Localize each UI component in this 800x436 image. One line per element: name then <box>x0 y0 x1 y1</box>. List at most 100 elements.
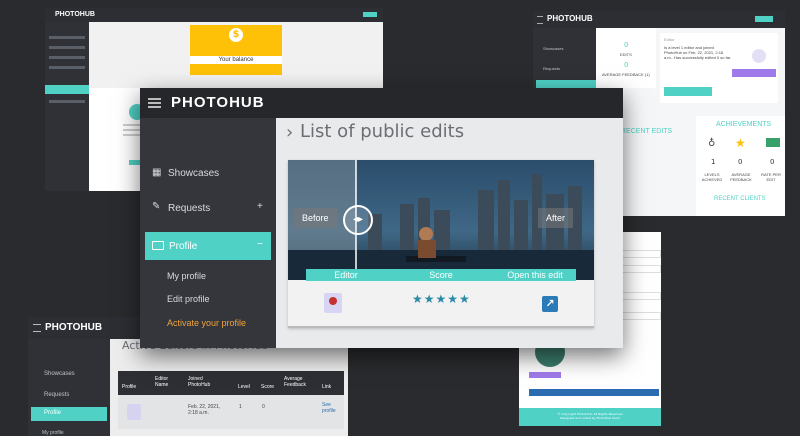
topbar-button[interactable] <box>755 16 773 22</box>
slider-arrows-icon: ◂▸ <box>352 214 364 225</box>
row-joined: Feb. 22, 2021, 2:18 a.m. <box>188 404 221 416</box>
topbar: PHOTOHUB <box>533 11 785 28</box>
bio-card: Editor Is a level 1 editor and joined Ph… <box>660 33 778 103</box>
stat-label: AVERAGE FEEDBACK (1) <box>602 72 650 77</box>
open-portfolio-label: Open portfolio <box>670 98 699 103</box>
form-field[interactable] <box>619 292 661 300</box>
submit-label: Submit <box>586 400 602 405</box>
submit-button[interactable]: Submit <box>529 389 659 405</box>
sidebar-item-label: Profile <box>44 410 62 416</box>
sidebar: Showcases Requests <box>533 28 596 88</box>
sidebar-item-requests[interactable]: Requests <box>543 66 560 71</box>
th-level: Level <box>238 384 250 390</box>
collapse-icon[interactable]: − <box>257 239 263 250</box>
sidebar-item-showcases[interactable]: Showcases <box>543 46 563 51</box>
sidebar-item[interactable] <box>49 56 85 59</box>
editor-avatar <box>324 293 342 313</box>
sidebar-item-active[interactable] <box>536 80 596 88</box>
footer-line-2: Designed and coded by PhotoHub team <box>560 416 620 420</box>
sidebar-subitem-my-profile[interactable]: My profile <box>42 430 64 436</box>
rating-stars: ★★★★★ <box>412 292 471 306</box>
select-image-badge[interactable]: Select image <box>529 372 561 388</box>
stats-card: 0 EDITS 0 AVERAGE FEEDBACK (1) <box>596 28 656 88</box>
logo: PHOTOHUB <box>45 322 103 333</box>
sidebar-item-label: Showcases <box>168 168 220 179</box>
edit-columns-bar: Editor Score Open this edit <box>306 269 576 281</box>
col-open: Open this edit <box>507 270 563 280</box>
sidebar-item[interactable] <box>49 46 85 49</box>
achievements-title: ACHIEVEMENTS <box>716 121 772 128</box>
editors-table-header: Profile Editor Name Joined PhotoHub Leve… <box>118 371 344 395</box>
hamburger-icon[interactable] <box>148 96 161 110</box>
sidebar: Showcases Requests Profile My profile <box>28 339 110 436</box>
form-field[interactable] <box>619 312 661 320</box>
th-profile: Profile <box>122 384 137 390</box>
main-window: PHOTOHUB ▦ Showcases ✎ Requests + Profil… <box>140 88 623 348</box>
sidebar-item[interactable] <box>49 100 85 103</box>
hamburger-icon[interactable] <box>537 16 543 24</box>
row-see-profile-link[interactable]: See profile <box>322 402 340 414</box>
sidebar-item-profile[interactable]: Profile <box>31 407 107 421</box>
sidebar-subitem-activate[interactable]: Activate your profile <box>167 318 246 328</box>
medal-icon: ♁ <box>708 138 716 149</box>
id-card-icon <box>152 241 164 250</box>
form-field[interactable] <box>619 265 661 273</box>
sidebar-item[interactable] <box>49 36 85 39</box>
col-editor: Editor <box>334 270 358 280</box>
open-edit-button[interactable]: ↗ <box>542 296 558 312</box>
before-label: Before <box>294 208 337 228</box>
achievements-card: ACHIEVEMENTS ♁ ★ 1 0 0 LEVELS ACHIEVED A… <box>696 116 785 216</box>
recent-edits-title: RECENT EDITS <box>621 128 673 135</box>
main-header: PHOTOHUB <box>140 88 623 118</box>
sidebar-item-requests[interactable]: Requests <box>44 392 69 398</box>
star-icon: ★ <box>735 136 746 150</box>
external-link-icon: ↗ <box>545 297 555 310</box>
logo: PHOTOHUB <box>547 14 593 23</box>
balance-label: Your balance <box>190 56 282 64</box>
stat-value: 0 <box>624 61 629 69</box>
avatar-figure-icon <box>329 297 337 305</box>
coins-icon: $ <box>229 28 243 42</box>
main-logo: PHOTOHUB <box>171 94 265 111</box>
row-avatar <box>127 404 141 420</box>
bio-avatar <box>752 49 766 63</box>
footer: © Copyright PhotoHub. All Rights Reserve… <box>519 408 661 426</box>
achievement-label: RATE PER EDIT <box>761 172 781 182</box>
row-score: 0 <box>262 404 265 410</box>
sidebar-item-showcases[interactable]: ▦ Showcases <box>146 160 271 187</box>
sidebar-item-label: Profile <box>169 241 198 252</box>
slider-handle[interactable]: ◂▸ <box>343 205 373 235</box>
level-badge-text: LEVEL 1 EDITOR <box>736 81 765 85</box>
grid-icon: ▦ <box>152 167 162 178</box>
sidebar-item-profile[interactable]: Profile − <box>145 232 271 260</box>
th-link: Link <box>322 384 332 390</box>
sidebar <box>45 22 89 191</box>
sidebar-item[interactable] <box>49 66 85 69</box>
row-level: 1 <box>239 404 242 410</box>
sidebar-item-label: Requests <box>168 203 211 214</box>
open-portfolio-button[interactable]: Open portfolio <box>664 87 712 103</box>
th-feedback: Average Feedback <box>284 376 306 388</box>
topbar: PHOTOHUB <box>45 8 383 22</box>
sidebar-subitem-my-profile[interactable]: My profile <box>167 271 206 281</box>
sidebar-subitem-edit-profile[interactable]: Edit profile <box>167 294 210 304</box>
select-image-label: Select image <box>532 384 555 388</box>
hamburger-icon[interactable] <box>33 324 41 332</box>
topbar-button[interactable] <box>363 12 377 17</box>
th-joined: Joined PhotoHub <box>188 376 211 388</box>
achievement-value: 0 <box>770 158 775 166</box>
achievement-value: 1 <box>711 158 716 166</box>
title-chevron-icon: › <box>286 122 294 143</box>
sidebar-item-active[interactable] <box>45 85 89 94</box>
achievement-label: AVERAGE FEEDBACK <box>730 172 752 182</box>
logo: PHOTOHUB <box>55 11 95 18</box>
sidebar-item-showcases[interactable]: Showcases <box>44 371 75 377</box>
expand-icon[interactable]: + <box>257 201 263 212</box>
sidebar-item-requests[interactable]: ✎ Requests + <box>146 195 271 222</box>
after-label: After <box>538 208 574 228</box>
balance-card: $ Your balance <box>190 25 282 75</box>
bio-name: Editor <box>664 37 675 42</box>
form-field[interactable] <box>619 250 661 258</box>
th-editor-name: Editor Name <box>155 376 169 388</box>
recent-clients-title: RECENT CLIENTS <box>714 196 766 202</box>
